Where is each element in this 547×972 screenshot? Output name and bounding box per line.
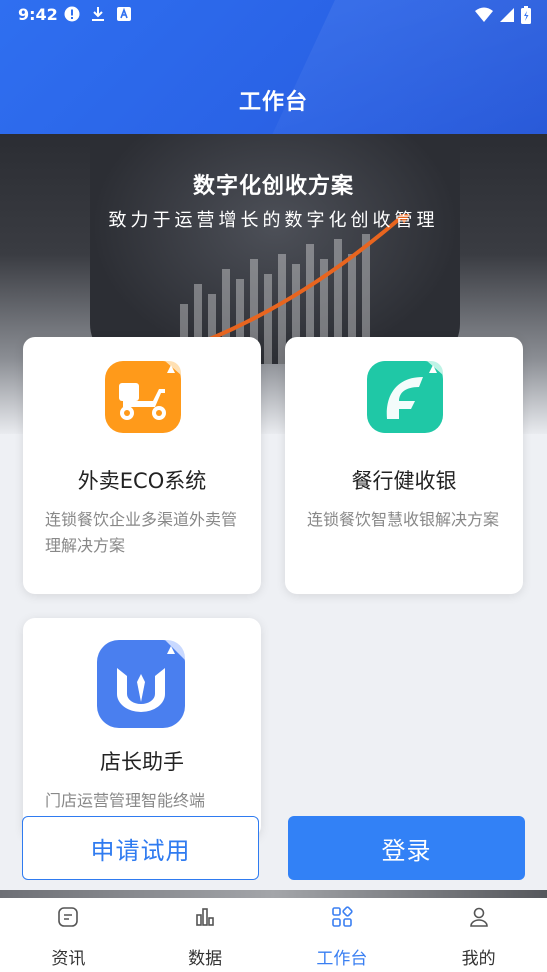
manager-assistant-icon — [95, 638, 187, 730]
status-time: 9:42 — [18, 5, 58, 24]
header: 9:42 工作台 — [0, 0, 547, 134]
delivery-scooter-icon — [103, 357, 183, 435]
product-card-cashier[interactable]: 餐行健收银 连锁餐饮智慧收银解决方案 — [285, 337, 523, 594]
nav-item-workbench[interactable]: 工作台 — [274, 898, 411, 972]
card-description: 连锁餐饮智慧收银解决方案 — [307, 510, 500, 529]
login-button[interactable]: 登录 — [288, 816, 525, 880]
product-card-delivery-eco[interactable]: 外卖ECO系统 连锁餐饮企业多渠道外卖管理解决方案 — [23, 337, 261, 594]
banner-subtitle: 致力于运营增长的数字化创收管理 — [108, 210, 439, 231]
card-title: 店长助手 — [100, 750, 184, 774]
nav-item-profile[interactable]: 我的 — [410, 898, 547, 972]
nav-label: 资讯 — [51, 949, 86, 969]
card-description: 门店运营管理智能终端 — [45, 791, 206, 810]
profile-icon — [468, 906, 490, 928]
status-bar: 9:42 — [0, 0, 547, 30]
card-title: 外卖ECO系统 — [77, 469, 207, 493]
nav-label: 我的 — [461, 949, 496, 969]
product-card-manager-assistant[interactable]: 店长助手 门店运营管理智能终端 — [23, 618, 261, 838]
banner-title: 数字化创收方案 — [192, 174, 354, 199]
news-icon — [57, 906, 79, 928]
bottom-navigation: 资讯 数据 工作台 我的 — [0, 898, 547, 972]
wifi-icon — [475, 7, 493, 27]
alert-icon — [64, 6, 80, 26]
card-title: 餐行健收银 — [351, 469, 457, 493]
nav-item-data[interactable]: 数据 — [137, 898, 274, 972]
battery-icon — [521, 6, 531, 28]
nav-item-news[interactable]: 资讯 — [0, 898, 137, 972]
page-title: 工作台 — [238, 90, 308, 115]
apply-trial-button[interactable]: 申请试用 — [22, 816, 259, 880]
nav-label: 工作台 — [316, 949, 368, 969]
chart-icon — [194, 906, 216, 928]
nav-label: 数据 — [188, 949, 223, 969]
app-a-icon — [116, 6, 132, 26]
card-description: 连锁餐饮企业多渠道外卖管理解决方案 — [45, 510, 238, 555]
cashier-f-icon — [365, 357, 445, 435]
download-icon — [90, 6, 106, 26]
signal-icon — [499, 7, 515, 27]
workbench-icon — [331, 906, 353, 928]
